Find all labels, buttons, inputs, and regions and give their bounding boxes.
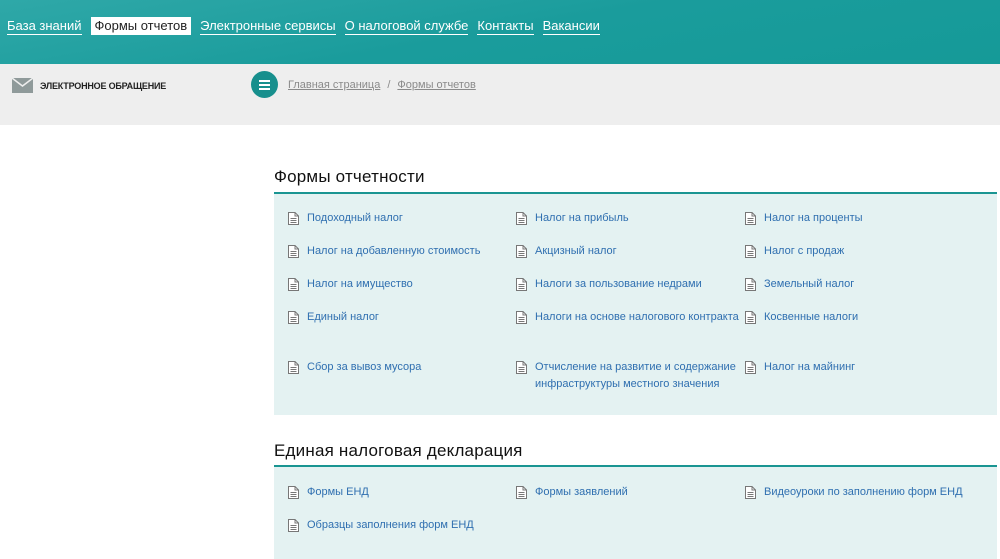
section-title: Формы отчетности bbox=[274, 167, 425, 186]
form-list-item[interactable]: Косвенные налоги bbox=[745, 309, 970, 326]
breadcrumb-separator: / bbox=[387, 79, 391, 91]
form-link[interactable]: Налог на добавленную стоимость bbox=[307, 243, 480, 260]
document-icon bbox=[516, 212, 527, 225]
document-icon bbox=[288, 486, 299, 499]
document-icon bbox=[516, 278, 527, 291]
document-icon bbox=[288, 311, 299, 324]
form-list-item[interactable]: Единый налог bbox=[288, 309, 513, 326]
document-icon bbox=[745, 311, 756, 324]
appeal-label: ЭЛЕКТРОННОЕ ОБРАЩЕНИЕ bbox=[40, 80, 167, 91]
form-list-item[interactable]: Налоги на основе налогового контракта bbox=[516, 309, 741, 326]
document-icon bbox=[288, 361, 299, 374]
form-link[interactable]: Подоходный налог bbox=[307, 210, 403, 227]
document-icon bbox=[516, 245, 527, 258]
form-list-item[interactable]: Сбор за вывоз мусора bbox=[288, 359, 513, 376]
form-link[interactable]: Налог на майнинг bbox=[764, 359, 855, 376]
document-icon bbox=[288, 519, 299, 532]
form-list-item[interactable]: Акцизный налог bbox=[516, 243, 741, 260]
form-list-item[interactable]: Видеоуроки по заполнению форм ЕНД bbox=[745, 484, 970, 501]
form-list-item[interactable]: Налог на прибыль bbox=[516, 210, 741, 227]
document-icon bbox=[288, 245, 299, 258]
nav-knowledge-base[interactable]: База знаний bbox=[7, 17, 82, 35]
form-list-item[interactable]: Налоги за пользование недрами bbox=[516, 276, 741, 293]
form-link[interactable]: Сбор за вывоз мусора bbox=[307, 359, 421, 376]
form-list-item[interactable]: Образцы заполнения форм ЕНД bbox=[288, 517, 513, 534]
nav-contacts[interactable]: Контакты bbox=[477, 17, 534, 35]
form-link[interactable]: Налог на имущество bbox=[307, 276, 413, 293]
electronic-appeal-link[interactable]: ЭЛЕКТРОННОЕ ОБРАЩЕНИЕ bbox=[12, 78, 166, 93]
form-list-item[interactable]: Налог на проценты bbox=[745, 210, 970, 227]
menu-button[interactable] bbox=[251, 71, 278, 98]
form-list-item[interactable]: Формы заявлений bbox=[516, 484, 741, 501]
form-link[interactable]: Косвенные налоги bbox=[764, 309, 858, 326]
end-panel bbox=[274, 465, 997, 559]
form-link[interactable]: Единый налог bbox=[307, 309, 379, 326]
document-icon bbox=[745, 278, 756, 291]
form-list-item[interactable]: Подоходный налог bbox=[288, 210, 513, 227]
form-link[interactable]: Формы заявлений bbox=[535, 484, 628, 501]
document-icon bbox=[745, 212, 756, 225]
document-icon bbox=[745, 361, 756, 374]
document-icon bbox=[745, 486, 756, 499]
document-icon bbox=[516, 486, 527, 499]
form-list-item[interactable]: Налог на имущество bbox=[288, 276, 513, 293]
form-list-item[interactable]: Формы ЕНД bbox=[288, 484, 513, 501]
form-list-item[interactable]: Налог с продаж bbox=[745, 243, 970, 260]
form-link[interactable]: Акцизный налог bbox=[535, 243, 617, 260]
form-link[interactable]: Налог на проценты bbox=[764, 210, 863, 227]
nav-report-forms[interactable]: Формы отчетов bbox=[90, 17, 192, 35]
breadcrumb-home[interactable]: Главная страница bbox=[288, 79, 380, 91]
form-link[interactable]: Формы ЕНД bbox=[307, 484, 369, 501]
document-icon bbox=[288, 278, 299, 291]
document-icon bbox=[516, 311, 527, 324]
form-link[interactable]: Налоги за пользование недрами bbox=[535, 276, 702, 293]
form-link[interactable]: Отчисление на развитие и содержание инфр… bbox=[535, 359, 741, 393]
document-icon bbox=[745, 245, 756, 258]
subheader-bar bbox=[0, 64, 1000, 125]
breadcrumb-current[interactable]: Формы отчетов bbox=[397, 79, 475, 91]
form-link[interactable]: Налог на прибыль bbox=[535, 210, 629, 227]
nav-e-services[interactable]: Электронные сервисы bbox=[200, 17, 336, 35]
form-link[interactable]: Земельный налог bbox=[764, 276, 854, 293]
form-link[interactable]: Образцы заполнения форм ЕНД bbox=[307, 517, 474, 534]
form-link[interactable]: Налоги на основе налогового контракта bbox=[535, 309, 739, 326]
form-list-item[interactable]: Налог на добавленную стоимость bbox=[288, 243, 513, 260]
form-list-item[interactable]: Земельный налог bbox=[745, 276, 970, 293]
header: База знаний Формы отчетов Электронные се… bbox=[0, 0, 1000, 64]
breadcrumb: Главная страница / Формы отчетов bbox=[288, 79, 476, 91]
form-link[interactable]: Видеоуроки по заполнению форм ЕНД bbox=[764, 484, 963, 501]
hamburger-icon bbox=[259, 79, 270, 90]
section-title: Единая налоговая декларация bbox=[274, 441, 523, 460]
form-list-item[interactable]: Отчисление на развитие и содержание инфр… bbox=[516, 359, 741, 393]
form-link[interactable]: Налог с продаж bbox=[764, 243, 844, 260]
main-nav: База знаний Формы отчетов Электронные се… bbox=[7, 17, 600, 35]
document-icon bbox=[516, 361, 527, 374]
nav-vacancies[interactable]: Вакансии bbox=[542, 17, 600, 35]
form-list-item[interactable]: Налог на майнинг bbox=[745, 359, 970, 376]
document-icon bbox=[288, 212, 299, 225]
nav-about[interactable]: О налоговой службе bbox=[344, 17, 469, 35]
envelope-icon bbox=[12, 78, 33, 93]
